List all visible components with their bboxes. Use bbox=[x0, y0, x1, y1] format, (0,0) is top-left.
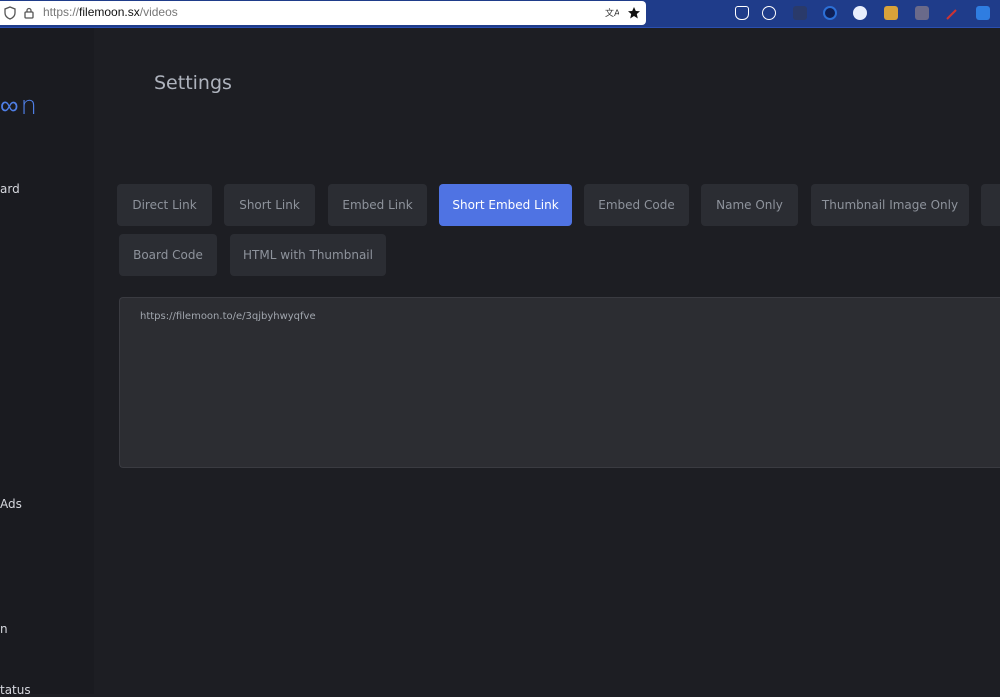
pocket-icon[interactable] bbox=[735, 6, 749, 20]
url-prefix: https:// bbox=[43, 5, 80, 19]
sidebar: ∞n ard Ads n tatus bbox=[0, 28, 94, 697]
sidebar-item-n[interactable]: n bbox=[0, 622, 8, 636]
feather-extension-icon[interactable] bbox=[793, 6, 807, 20]
url-text[interactable]: https://filemoon.sx/videos bbox=[43, 5, 178, 19]
tab-direct-link[interactable]: Direct Link bbox=[117, 184, 212, 226]
star-icon[interactable] bbox=[627, 6, 641, 20]
url-domain: filemoon.sx bbox=[79, 5, 140, 19]
tab-short-embed-link[interactable]: Short Embed Link bbox=[439, 184, 572, 226]
logo: ∞n bbox=[0, 91, 40, 121]
tab-thumbnail-image-only[interactable]: Thumbnail Image Only bbox=[811, 184, 969, 226]
tab-board-code[interactable]: Board Code bbox=[119, 234, 217, 276]
shield-icon[interactable] bbox=[3, 6, 17, 20]
sidebar-item-ads[interactable]: Ads bbox=[0, 497, 22, 511]
link-output-value: https://filemoon.to/e/3qjbyhwyqfve bbox=[140, 311, 316, 322]
address-bar[interactable]: https://filemoon.sx/videos 文A bbox=[0, 1, 646, 25]
tab-embed-code[interactable]: Embed Code bbox=[584, 184, 689, 226]
tab-html-with-thumbnail[interactable]: HTML with Thumbnail bbox=[230, 234, 386, 276]
account-icon[interactable] bbox=[762, 6, 776, 20]
sidebar-item-dashboard[interactable]: ard bbox=[0, 182, 20, 196]
link-output-textarea[interactable]: https://filemoon.to/e/3qjbyhwyqfve bbox=[119, 297, 1000, 468]
s-extension-icon[interactable] bbox=[976, 6, 990, 20]
tab-short-link[interactable]: Short Link bbox=[224, 184, 315, 226]
tab-name-only[interactable]: Name Only bbox=[701, 184, 798, 226]
puzzle-extension-icon[interactable] bbox=[915, 6, 929, 20]
pen-extension-icon[interactable] bbox=[945, 6, 959, 20]
sidebar-item-status[interactable]: tatus bbox=[0, 683, 31, 697]
chat-extension-icon[interactable] bbox=[884, 6, 898, 20]
tab-embed-link[interactable]: Embed Link bbox=[328, 184, 427, 226]
page-title: Settings bbox=[154, 72, 232, 94]
translate-icon[interactable]: 文A bbox=[605, 6, 619, 20]
url-path: /videos bbox=[139, 5, 178, 19]
lock-icon[interactable] bbox=[22, 6, 36, 20]
svg-text:文A: 文A bbox=[605, 7, 619, 19]
compass-extension-icon[interactable] bbox=[853, 6, 867, 20]
tab-overflow[interactable] bbox=[981, 184, 1000, 226]
browser-toolbar: https://filemoon.sx/videos 文A bbox=[0, 0, 1000, 28]
globe-extension-icon[interactable] bbox=[823, 6, 837, 20]
